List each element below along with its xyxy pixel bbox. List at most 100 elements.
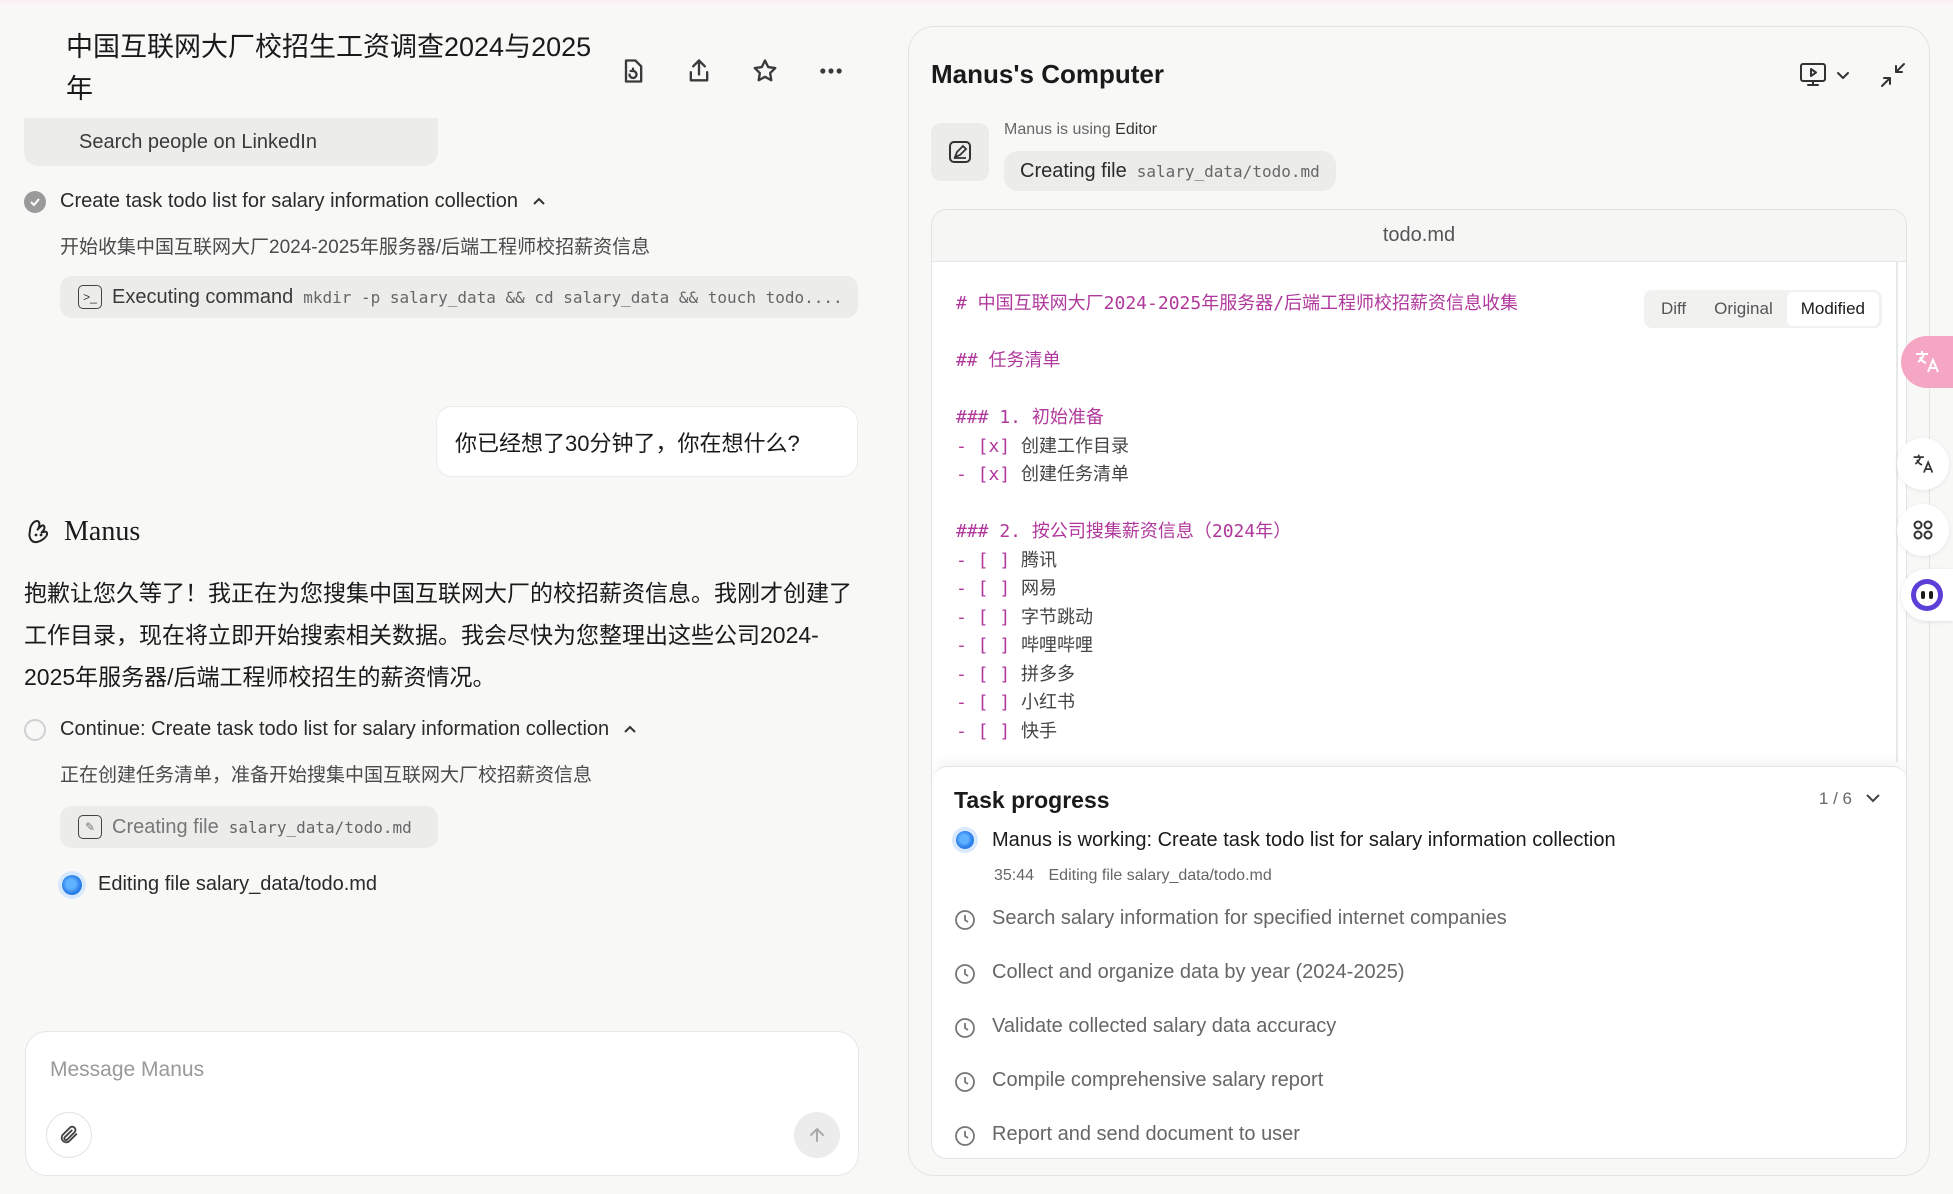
code-line: - [x] 创建任务清单 <box>956 461 1518 490</box>
assistant-float-button[interactable] <box>1901 569 1953 621</box>
monitor-icon <box>1800 63 1826 86</box>
code-line-text: 拼多多 <box>1010 663 1076 685</box>
collapse-icon[interactable] <box>1879 61 1907 89</box>
clock-icon <box>955 910 975 930</box>
assistant-reply: 抱歉让您久等了！我正在为您搜集中国互联网大厂的校招薪资信息。我刚才创建了工作目录… <box>24 580 852 690</box>
task-label: Compile comprehensive salary report <box>992 1069 1324 1091</box>
tool-usage-line: Manus is using Editor <box>1004 121 1157 139</box>
command-text: mkdir -p salary_data && cd salary_data &… <box>303 287 843 307</box>
apps-icon <box>1913 520 1933 540</box>
checkbox-marker: - [x] <box>956 435 1011 457</box>
chevron-down-icon[interactable] <box>1864 789 1882 807</box>
editing-status: Editing file salary_data/todo.md <box>62 873 377 896</box>
message-composer: Message Manus <box>25 1031 859 1176</box>
code-line-text: 腾讯 <box>1010 549 1058 571</box>
working-dot-icon <box>956 831 974 849</box>
tab-modified[interactable]: Modified <box>1786 292 1879 326</box>
code-line-text: 字节跳动 <box>1010 606 1094 628</box>
editor-scrollbar[interactable] <box>1896 262 1898 762</box>
chevron-up-icon[interactable] <box>623 723 637 737</box>
code-line: - [ ] 字节跳动 <box>956 604 1518 633</box>
checkbox-marker: - [ ] <box>956 635 1011 656</box>
checkbox-marker: - [ ] <box>956 578 1011 599</box>
code-line: - [x] 创建工作目录 <box>956 433 1518 462</box>
task-current-time: 35:44 <box>994 867 1035 884</box>
file-editor: todo.md # 中国互联网大厂2024-2025年服务器/后端工程师校招薪资… <box>931 209 1907 1159</box>
task-progress-panel: Task progress 1 / 6 Manus is working: Cr… <box>932 766 1906 1158</box>
more-icon[interactable] <box>810 50 852 92</box>
clock-icon <box>955 1126 975 1146</box>
chevron-down-icon <box>1837 72 1849 79</box>
code-line-text: 哔哩哔哩 <box>1010 635 1094 656</box>
creating-file-path: salary_data/todo.md <box>228 817 412 837</box>
attach-button[interactable] <box>46 1112 92 1158</box>
task-item-current: Manus is working: Create task todo list … <box>954 829 1616 852</box>
task-label: Search salary information for specified … <box>992 907 1507 929</box>
tab-original[interactable]: Original <box>1700 292 1787 326</box>
checkbox-marker: - [ ] <box>956 549 1011 571</box>
translate-small-icon <box>1913 454 1934 473</box>
terminal-icon: >_ <box>78 285 102 309</box>
chevron-up-icon[interactable] <box>532 195 546 209</box>
tool-usage-prefix: Manus is using <box>1004 121 1111 138</box>
step-create-todo[interactable]: Create task todo list for salary informa… <box>24 190 546 213</box>
command-pill[interactable]: >_ Executing command mkdir -p salary_dat… <box>60 276 858 318</box>
code-line: - [ ] 拼多多 <box>956 661 1518 690</box>
share-icon[interactable] <box>678 50 720 92</box>
linkedin-search-pill[interactable]: Search people on LinkedIn <box>24 118 438 166</box>
task-label: Report and send document to user <box>992 1123 1300 1145</box>
code-line: - [ ] 哔哩哔哩 <box>956 632 1518 661</box>
clock-icon <box>955 1072 975 1092</box>
action-pill: Creating file salary_data/todo.md <box>1004 151 1336 191</box>
step-label: Continue: Create task todo list for sala… <box>60 718 610 740</box>
step-description: 正在创建任务清单，准备开始搜集中国互联网大厂校招薪资信息 <box>60 765 593 786</box>
editor-filename: todo.md <box>932 210 1906 262</box>
translate-button[interactable] <box>1897 438 1949 490</box>
assistant-face-icon <box>1911 579 1943 611</box>
tab-diff[interactable]: Diff <box>1647 292 1700 326</box>
code-line: # 中国互联网大厂2024-2025年服务器/后端工程师校招薪资信息收集 <box>956 293 1519 314</box>
checkbox-marker: - [ ] <box>956 692 1011 713</box>
code-line: - [ ] 腾讯 <box>956 547 1518 576</box>
editor-tool-icon <box>931 123 989 181</box>
message-input[interactable]: Message Manus <box>50 1058 204 1082</box>
clock-icon <box>955 964 975 984</box>
task-item: Search salary information for specified … <box>954 907 1507 931</box>
star-icon[interactable] <box>744 50 786 92</box>
code-line: - [ ] 快手 <box>956 718 1518 747</box>
task-progress-count: 1 / 6 <box>1818 789 1852 808</box>
task-progress-title: Task progress <box>954 787 1110 813</box>
computer-panel: Manus's Computer Manus is using Editor C… <box>908 26 1930 1176</box>
command-label: Executing command <box>112 285 294 308</box>
translate-float-button[interactable] <box>1901 336 1953 388</box>
task-item: Compile comprehensive salary report <box>954 1069 1323 1093</box>
linkedin-search-label: Search people on LinkedIn <box>79 130 317 153</box>
step-description: 开始收集中国互联网大厂2024-2025年服务器/后端工程师校招薪资信息 <box>60 237 651 258</box>
send-button[interactable] <box>794 1112 840 1158</box>
code-line-text: 创建任务清单 <box>1010 464 1130 485</box>
code-line-text: 网易 <box>1010 578 1058 599</box>
apps-button[interactable] <box>1897 504 1949 556</box>
screen-view-dropdown[interactable] <box>1799 62 1851 88</box>
translate-icon <box>1916 351 1939 373</box>
checkbox-marker: - [ ] <box>956 663 1011 685</box>
user-message-text: 你已经想了30分钟了，你在想什么? <box>455 430 800 456</box>
header-actions <box>612 50 852 92</box>
assistant-header: Manus <box>24 516 140 548</box>
creating-file-label: Creating file <box>112 815 219 838</box>
file-view-icon[interactable] <box>612 50 654 92</box>
task-item: Report and send document to user <box>954 1123 1300 1147</box>
code-line: ## 任务清单 <box>956 350 1061 371</box>
manus-logo-icon <box>28 519 49 544</box>
editor-icon: ✎ <box>78 815 102 839</box>
check-done-icon <box>24 190 46 213</box>
arrow-up-icon <box>810 1127 824 1142</box>
action-label: Creating file <box>1020 159 1127 182</box>
creating-file-pill[interactable]: ✎ Creating file salary_data/todo.md <box>60 806 438 848</box>
step-label: Create task todo list for salary informa… <box>60 190 518 212</box>
checkbox-marker: - [ ] <box>956 606 1011 628</box>
user-message-bubble: 你已经想了30分钟了，你在想什么? <box>436 406 858 477</box>
step-continue-todo[interactable]: Continue: Create task todo list for sala… <box>24 718 637 741</box>
